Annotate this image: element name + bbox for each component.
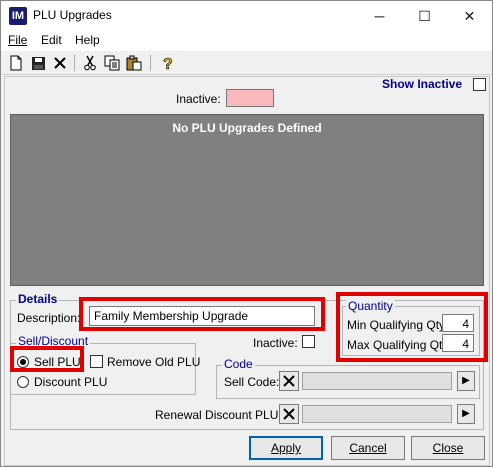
sell-code-field[interactable]	[302, 372, 452, 390]
minimize-button[interactable]: ─	[357, 1, 402, 31]
apply-button[interactable]: Apply	[249, 436, 323, 460]
plu-upgrades-grid[interactable]: No PLU Upgrades Defined	[10, 114, 484, 286]
menu-help-label: Help	[75, 33, 100, 47]
inactive-legend-label: Inactive:	[176, 92, 221, 106]
menu-help[interactable]: Help	[75, 33, 100, 47]
remove-old-plu-checkbox[interactable]	[90, 355, 103, 368]
code-group-title: Code	[222, 357, 255, 371]
apply-label: Apply	[270, 441, 302, 455]
close-button[interactable]: Close	[411, 436, 485, 460]
cancel-label: Cancel	[349, 441, 387, 455]
menu-file[interactable]: File	[8, 33, 27, 47]
sell-code-lookup-button[interactable]: ▶	[457, 371, 475, 391]
maximize-button[interactable]: ☐	[402, 1, 447, 31]
toolbar: ?	[1, 51, 492, 75]
description-label: Description:	[17, 311, 81, 325]
clear-icon	[283, 375, 295, 387]
menu-file-label: File	[8, 33, 28, 47]
delete-icon[interactable]	[50, 53, 70, 73]
close-window-button[interactable]: ✕	[447, 1, 492, 31]
clear-sell-code-button[interactable]	[279, 371, 299, 391]
discount-plu-label: Discount PLU	[34, 375, 108, 389]
show-inactive-label: Show Inactive	[382, 77, 463, 91]
new-icon[interactable]	[6, 53, 26, 73]
renewal-discount-plu-field[interactable]	[302, 405, 452, 423]
quantity-highlight	[336, 292, 488, 362]
menu-bar: File Edit Help	[1, 31, 492, 51]
renewal-discount-plu-label: Renewal Discount PLU:	[155, 408, 282, 422]
window-title: PLU Upgrades	[33, 8, 112, 22]
sell-plu-highlight	[10, 346, 84, 372]
remove-old-plu-label: Remove Old PLU	[107, 355, 201, 369]
menu-edit[interactable]: Edit	[41, 33, 62, 47]
paste-icon[interactable]	[124, 53, 144, 73]
copy-icon[interactable]	[102, 53, 122, 73]
save-icon[interactable]	[28, 53, 48, 73]
cut-icon[interactable]	[80, 53, 100, 73]
clear-renewal-button[interactable]	[279, 404, 299, 424]
grid-empty-message: No PLU Upgrades Defined	[172, 121, 322, 135]
cancel-button[interactable]: Cancel	[331, 436, 405, 460]
description-highlight	[79, 297, 325, 331]
sell-code-label: Sell Code:	[224, 375, 280, 389]
close-label: Close	[432, 441, 464, 455]
toolbar-separator	[74, 55, 75, 71]
app-icon: IM	[9, 7, 27, 25]
clear-icon	[283, 408, 295, 420]
svg-text:?: ?	[163, 56, 173, 71]
renewal-lookup-button[interactable]: ▶	[457, 404, 475, 424]
details-inactive-checkbox[interactable]	[302, 335, 315, 348]
menu-edit-label: Edit	[41, 33, 62, 47]
show-inactive-checkbox[interactable]	[473, 78, 486, 91]
discount-plu-radio[interactable]	[17, 376, 29, 388]
toolbar-separator	[150, 55, 151, 71]
plu-upgrades-window: IM PLU Upgrades ─ ☐ ✕ File Edit Help ? S…	[0, 0, 493, 467]
details-inactive-label: Inactive:	[253, 336, 298, 350]
inactive-color-swatch	[226, 89, 274, 107]
help-icon[interactable]: ?	[158, 53, 178, 73]
title-bar: IM PLU Upgrades ─ ☐ ✕	[1, 1, 492, 31]
details-group-title: Details	[16, 292, 60, 306]
